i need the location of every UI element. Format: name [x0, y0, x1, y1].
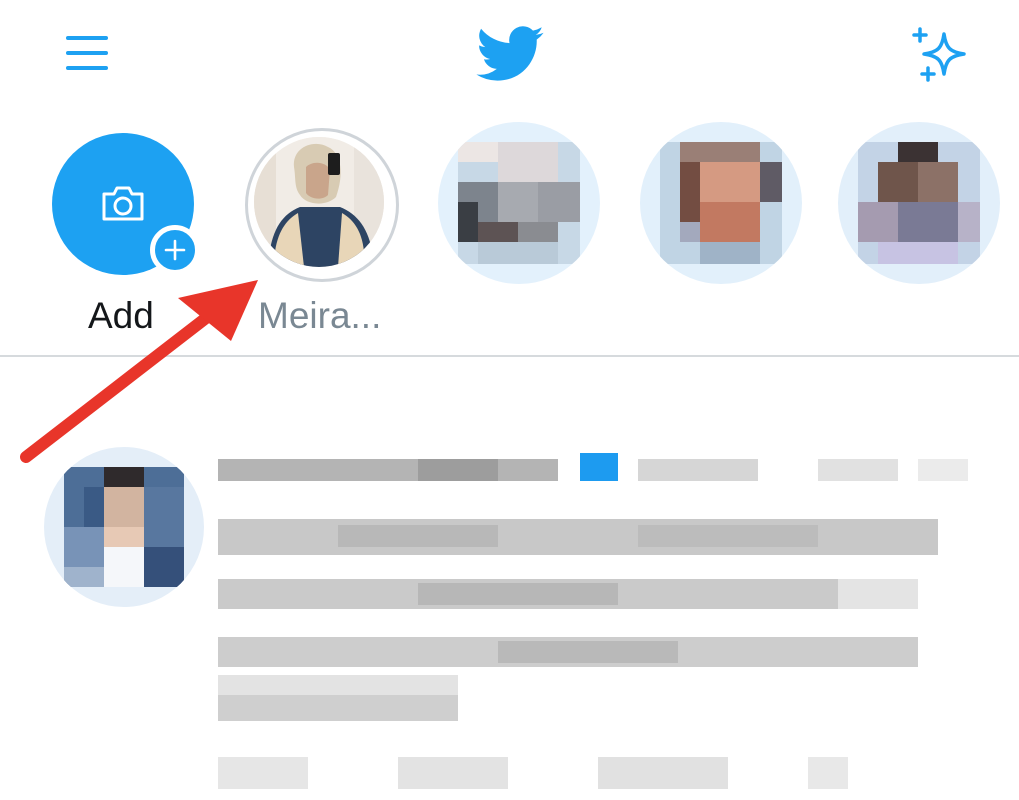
- fleets-row: Add Meira...: [0, 110, 1019, 355]
- add-fleet-label: Add: [88, 295, 154, 336]
- blurred-fleet-avatar[interactable]: [438, 122, 600, 284]
- tweet-content: [218, 437, 978, 797]
- hamburger-menu-icon[interactable]: [66, 36, 110, 74]
- user-fleet: Meira...: [245, 128, 405, 348]
- top-navigation-bar: [0, 0, 1019, 110]
- add-fleet: Add: [50, 128, 210, 348]
- plus-icon: [150, 225, 200, 275]
- camera-icon: [102, 186, 144, 221]
- user-fleet-label: Meira...: [258, 295, 382, 336]
- twitter-bird-icon: [476, 26, 544, 81]
- tweet-author-avatar[interactable]: [44, 447, 204, 607]
- blurred-fleet-avatar[interactable]: [640, 122, 802, 284]
- twitter-home-screen: Add Meira...: [0, 0, 1019, 800]
- user-fleet-avatar[interactable]: [254, 137, 384, 267]
- tweet[interactable]: [0, 357, 1019, 800]
- blurred-fleet-avatar[interactable]: [838, 122, 1000, 284]
- sparkle-icon[interactable]: [908, 26, 970, 84]
